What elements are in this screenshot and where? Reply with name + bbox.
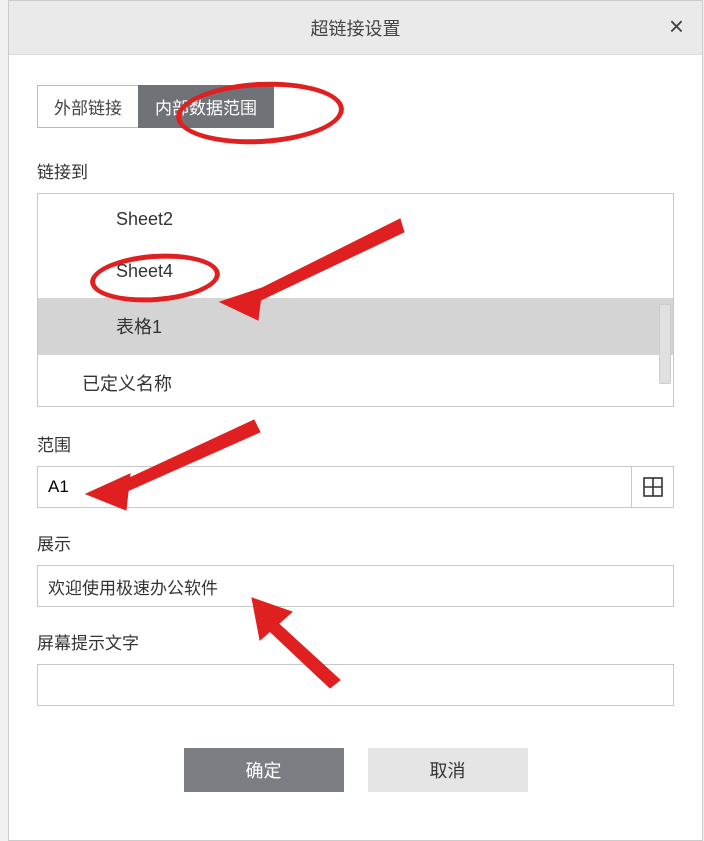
display-input[interactable] <box>37 565 674 607</box>
select-range-button[interactable] <box>632 466 674 508</box>
list-item[interactable]: Sheet4 <box>38 246 673 298</box>
grid-icon <box>643 477 663 497</box>
list-item[interactable]: 已定义名称 <box>38 355 673 407</box>
dialog-content: 外部链接 内部数据范围 链接到 Sheet2 Sheet4 表格1 已定义名称 … <box>9 55 702 840</box>
tab-external-link[interactable]: 外部链接 <box>37 85 139 128</box>
link-to-list[interactable]: Sheet2 Sheet4 表格1 已定义名称 <box>37 193 674 407</box>
tooltip-label: 屏幕提示文字 <box>37 629 674 654</box>
titlebar: 超链接设置 × <box>9 1 702 55</box>
tooltip-input[interactable] <box>37 664 674 706</box>
ok-button[interactable]: 确定 <box>184 748 344 792</box>
tab-internal-range[interactable]: 内部数据范围 <box>138 85 274 128</box>
dialog-buttons: 确定 取消 <box>37 728 674 820</box>
scrollbar-thumb[interactable] <box>659 304 671 384</box>
list-item[interactable]: Sheet2 <box>38 194 673 246</box>
hyperlink-settings-dialog: 超链接设置 × 外部链接 内部数据范围 链接到 Sheet2 Sheet4 表格… <box>8 0 703 841</box>
dialog-title: 超链接设置 <box>311 15 401 41</box>
range-row <box>37 466 674 508</box>
close-icon[interactable]: × <box>669 13 684 39</box>
cancel-button[interactable]: 取消 <box>368 748 528 792</box>
list-item[interactable]: 表格1 <box>38 298 673 355</box>
display-label: 展示 <box>37 530 674 555</box>
link-type-tabs: 外部链接 内部数据范围 <box>37 85 674 128</box>
range-label: 范围 <box>37 431 674 456</box>
range-input[interactable] <box>37 466 632 508</box>
link-to-label: 链接到 <box>37 158 674 183</box>
